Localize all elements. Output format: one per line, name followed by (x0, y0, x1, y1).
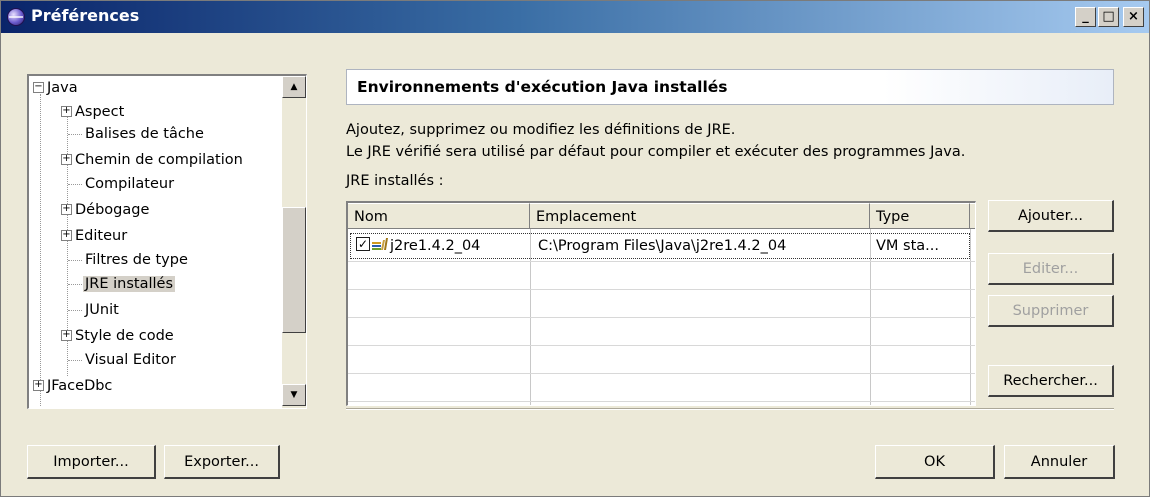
expand-icon[interactable]: + (61, 153, 72, 165)
tree-guide-line (68, 260, 82, 261)
search-button[interactable]: Rechercher... (988, 365, 1114, 397)
collapse-icon[interactable]: − (33, 81, 44, 93)
tree-item-editeur[interactable]: + Editeur (61, 224, 127, 248)
row-divider (348, 401, 975, 402)
import-button[interactable]: Importer... (27, 445, 156, 479)
eclipse-icon (7, 8, 25, 26)
tree-item-style-de-code[interactable]: + Style de code (61, 324, 174, 348)
tree-item-compilateur[interactable]: Compilateur (85, 172, 174, 196)
row-divider (348, 373, 975, 374)
tree-item-debogage[interactable]: + Débogage (61, 198, 149, 222)
remove-button[interactable]: Supprimer (988, 295, 1114, 327)
tree-item-filtres-de-type[interactable]: Filtres de type (85, 248, 188, 272)
tree-item-visual-editor[interactable]: Visual Editor (85, 348, 176, 372)
edit-button[interactable]: Editer... (988, 253, 1114, 285)
tree-item-java[interactable]: − Java (33, 76, 78, 100)
expand-icon[interactable]: + (33, 379, 44, 391)
separator (346, 408, 1114, 410)
tree-item-chemin-de-compilation[interactable]: + Chemin de compilation (61, 148, 243, 172)
jre-library-icon (372, 238, 388, 250)
expand-icon[interactable]: + (61, 203, 72, 215)
scroll-down-icon[interactable]: ▼ (282, 384, 306, 406)
page-description: Ajoutez, supprimez ou modifiez les défin… (346, 122, 736, 138)
column-header-emplacement[interactable]: Emplacement (530, 203, 870, 229)
row-divider (348, 345, 975, 346)
row-divider (348, 289, 975, 290)
preferences-window: Préférences _ □ × − Java + Aspect Balises … (0, 0, 1150, 497)
tree-guide-line (68, 360, 82, 361)
expand-icon[interactable]: + (61, 329, 72, 341)
jre-list-label: JRE installés : (346, 173, 444, 189)
scroll-up-icon[interactable]: ▲ (282, 76, 306, 98)
page-description: Le JRE vérifié sera utilisé par défaut p… (346, 144, 966, 160)
scrollbar-thumb[interactable] (282, 207, 306, 333)
tree-guide-line (68, 184, 82, 185)
column-header-filler (970, 203, 975, 229)
tree-guide-line (40, 94, 41, 406)
add-button[interactable]: Ajouter... (988, 200, 1114, 232)
cancel-button[interactable]: Annuler (1004, 445, 1115, 479)
tree-guide-line (68, 284, 82, 285)
jre-default-checkbox[interactable]: ✓ (356, 237, 370, 251)
title-bar: Préférences _ □ × (1, 1, 1149, 33)
column-header-nom[interactable]: Nom (348, 203, 530, 229)
jre-location: C:\Program Files\Java\j2re1.4.2_04 (538, 238, 787, 254)
expand-icon[interactable]: + (61, 105, 72, 117)
jre-name: j2re1.4.2_04 (390, 238, 481, 254)
close-button[interactable]: × (1123, 7, 1144, 27)
tree-item-aspect[interactable]: + Aspect (61, 100, 124, 124)
jre-type: VM sta... (876, 238, 939, 254)
window-title: Préférences (31, 6, 140, 25)
page-title: Environnements d'exécution Java installé… (357, 78, 728, 96)
jre-table[interactable]: Nom Emplacement Type ✓ j2re1.4.2_04 C:\P… (346, 201, 976, 406)
row-divider (348, 317, 975, 318)
tree-item-balises-de-tache[interactable]: Balises de tâche (85, 122, 204, 146)
table-row[interactable]: ✓ j2re1.4.2_04 (356, 232, 480, 260)
page-header: Environnements d'exécution Java installé… (346, 69, 1114, 105)
row-divider (348, 261, 975, 262)
tree-guide-line (68, 134, 82, 135)
maximize-button[interactable]: □ (1098, 7, 1119, 27)
ok-button[interactable]: OK (875, 445, 995, 479)
preferences-tree[interactable]: − Java + Aspect Balises de tâche + Chemin d… (27, 74, 307, 409)
tree-item-jre-installes[interactable]: JRE installés (83, 272, 175, 296)
tree-scrollbar[interactable]: ▲ ▼ (282, 76, 306, 408)
column-header-type[interactable]: Type (870, 203, 970, 229)
minimize-button[interactable]: _ (1075, 7, 1096, 27)
tree-guide-line (68, 310, 82, 311)
export-button[interactable]: Exporter... (164, 445, 280, 479)
expand-icon[interactable]: + (61, 229, 72, 241)
tree-item-jfacedbc[interactable]: + JFaceDbc (33, 374, 112, 398)
tree-item-junit[interactable]: JUnit (85, 298, 119, 322)
